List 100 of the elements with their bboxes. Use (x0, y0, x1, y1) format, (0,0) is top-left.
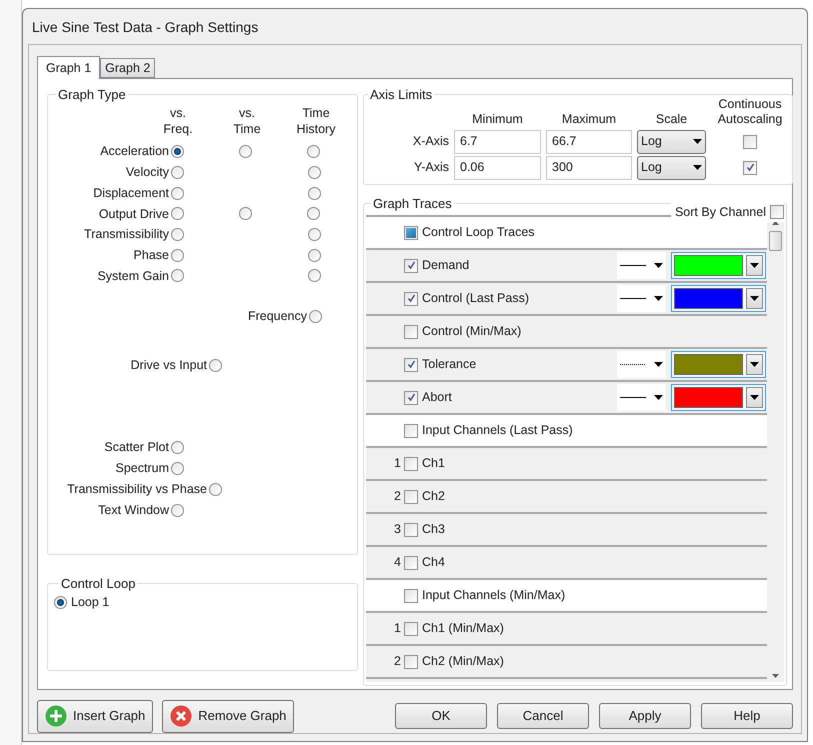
trace-row[interactable]: Input Channels (Min/Max) (366, 580, 767, 613)
dialog-button[interactable]: OK (395, 703, 487, 729)
radio-button[interactable] (209, 358, 222, 372)
line-style-dropdown[interactable] (617, 252, 666, 279)
caret-icon (750, 296, 759, 301)
checkbox[interactable] (404, 588, 418, 602)
trace-row[interactable]: Control (Last Pass) (366, 283, 767, 316)
radio-button[interactable] (171, 440, 184, 454)
checkbox[interactable] (404, 654, 418, 668)
column-header: Minimum (471, 112, 524, 128)
radio-button[interactable] (239, 145, 252, 158)
trace-label: Control (Last Pass) (422, 290, 529, 308)
radio-button[interactable] (171, 186, 184, 200)
radio-button[interactable] (171, 145, 184, 158)
input-field[interactable]: 300 (546, 156, 632, 180)
radio-button[interactable] (171, 462, 184, 476)
column-header: Scale (654, 112, 688, 128)
radio-button[interactable] (308, 269, 321, 282)
scale-dropdown[interactable]: Log (637, 130, 706, 154)
radio-button[interactable] (171, 269, 184, 282)
checkbox[interactable] (404, 258, 418, 272)
checkbox[interactable] (770, 205, 784, 220)
radio-button[interactable] (308, 186, 321, 200)
radio-button[interactable] (171, 166, 184, 180)
option-label: Spectrum (114, 460, 170, 478)
scroll-thumb[interactable] (769, 231, 782, 251)
trace-label: Ch4 (422, 554, 445, 572)
option-label: Loop 1 (71, 594, 110, 612)
tab[interactable]: Graph 1 (37, 56, 100, 79)
checkbox[interactable] (743, 134, 757, 148)
radio-button[interactable] (171, 207, 184, 220)
line-style-icon (620, 363, 646, 366)
trace-row[interactable]: Input Channels (Last Pass) (366, 415, 767, 448)
trace-label: Ch2 (Min/Max) (422, 653, 504, 670)
line-style-icon (620, 396, 646, 399)
plus-icon (45, 705, 67, 727)
checkbox[interactable] (404, 622, 418, 636)
option-label: Velocity (124, 164, 170, 182)
checkbox[interactable] (404, 456, 418, 470)
toolbar-button[interactable]: Insert Graph (37, 700, 154, 732)
line-style-dropdown[interactable] (617, 285, 666, 312)
checkbox[interactable] (404, 292, 418, 306)
check-icon (406, 261, 416, 270)
column-header: vs. (239, 104, 255, 120)
checkbox[interactable] (404, 556, 418, 570)
radio-button[interactable] (308, 248, 321, 262)
checkbox[interactable] (743, 160, 757, 174)
dialog-button[interactable]: Apply (599, 703, 691, 729)
trace-row[interactable]: Demand (366, 250, 767, 283)
axis-label: X-Axis (412, 133, 449, 150)
radio-button[interactable] (308, 166, 321, 180)
checkbox[interactable] (404, 424, 418, 438)
caret-icon (654, 362, 663, 367)
radio-button[interactable] (171, 248, 184, 262)
color-dropdown[interactable] (671, 285, 766, 312)
scale-dropdown[interactable]: Log (637, 156, 706, 180)
radio-button[interactable] (307, 207, 320, 220)
close-icon (170, 705, 192, 727)
color-dropdown[interactable] (671, 384, 766, 411)
color-dropdown[interactable] (671, 351, 766, 378)
radio-button[interactable] (239, 207, 252, 220)
checkbox[interactable] (404, 324, 418, 338)
dialog-button[interactable]: Help (701, 703, 793, 729)
option-label: Acceleration (99, 143, 170, 160)
radio-button[interactable] (309, 310, 322, 324)
trace-label: Tolerance (422, 356, 476, 374)
column-header: Time (302, 104, 330, 120)
column-header: Freq. (163, 120, 193, 136)
channel-number: 2 (394, 653, 401, 670)
option-label: Scatter Plot (103, 438, 170, 456)
checkbox[interactable] (404, 390, 418, 404)
group-title: Graph Type (57, 86, 127, 104)
toolbar-button[interactable]: Remove Graph (162, 700, 294, 732)
radio-button[interactable] (171, 228, 184, 242)
checkbox[interactable] (404, 522, 418, 536)
checkbox[interactable] (404, 358, 418, 372)
input-field[interactable]: 6.7 (454, 130, 541, 154)
radio-button[interactable] (308, 228, 321, 242)
checkbox[interactable] (404, 490, 418, 504)
option-label: Transmissibility vs Phase (66, 481, 208, 498)
radio-button[interactable] (307, 145, 320, 158)
channel-number: 4 (394, 554, 401, 572)
tab[interactable]: Graph 2 (100, 58, 156, 78)
input-field[interactable]: 66.7 (546, 130, 632, 154)
radio-button[interactable] (171, 504, 184, 517)
trace-row[interactable]: Abort (366, 382, 767, 415)
check-icon (746, 163, 754, 172)
axis-label: Y-Axis (413, 159, 449, 176)
line-style-dropdown[interactable] (617, 351, 666, 378)
radio-button[interactable] (209, 482, 222, 496)
line-style-dropdown[interactable] (617, 384, 666, 411)
trace-label: Abort (422, 389, 452, 406)
radio-button[interactable] (54, 596, 67, 609)
input-field[interactable]: 0.06 (454, 156, 541, 180)
dialog-button[interactable]: Cancel (497, 703, 589, 729)
trace-row[interactable]: Tolerance (366, 349, 767, 382)
color-dropdown[interactable] (671, 252, 766, 279)
trace-label: Input Channels (Min/Max) (422, 587, 566, 604)
option-label: Transmissibility (83, 226, 170, 244)
caret-icon (750, 263, 759, 268)
